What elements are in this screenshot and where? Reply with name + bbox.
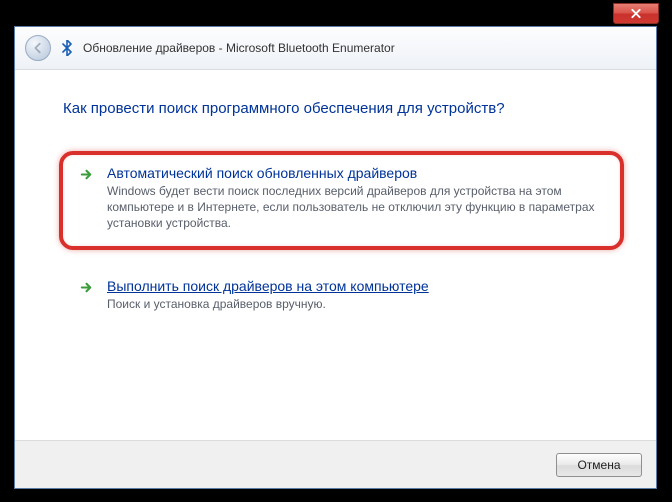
cancel-button[interactable]: Отмена (556, 453, 642, 477)
option-title: Автоматический поиск обновленных драйвер… (107, 165, 604, 181)
dialog-footer: Отмена (15, 440, 656, 488)
content-heading: Как провести поиск программного обеспече… (63, 100, 618, 117)
back-arrow-icon (31, 41, 45, 55)
option-auto-search[interactable]: Автоматический поиск обновленных драйвер… (59, 151, 624, 250)
back-button[interactable] (25, 35, 51, 61)
arrow-right-icon (79, 167, 97, 232)
close-icon (630, 8, 642, 19)
close-button[interactable] (613, 3, 659, 24)
option-description: Поиск и установка драйверов вручную. (107, 296, 602, 312)
bluetooth-icon (59, 40, 75, 56)
driver-update-dialog: Обновление драйверов - Microsoft Bluetoo… (14, 26, 657, 489)
option-title: Выполнить поиск драйверов на этом компью… (107, 278, 602, 294)
dialog-title: Обновление драйверов - Microsoft Bluetoo… (83, 41, 395, 55)
arrow-right-icon (79, 280, 97, 312)
dialog-header: Обновление драйверов - Microsoft Bluetoo… (15, 27, 656, 70)
option-manual-search[interactable]: Выполнить поиск драйверов на этом компью… (63, 268, 618, 326)
option-description: Windows будет вести поиск последних верс… (107, 183, 604, 232)
option-body: Автоматический поиск обновленных драйвер… (107, 165, 604, 232)
dialog-content: Как провести поиск программного обеспече… (15, 70, 656, 440)
option-body: Выполнить поиск драйверов на этом компью… (107, 278, 602, 312)
